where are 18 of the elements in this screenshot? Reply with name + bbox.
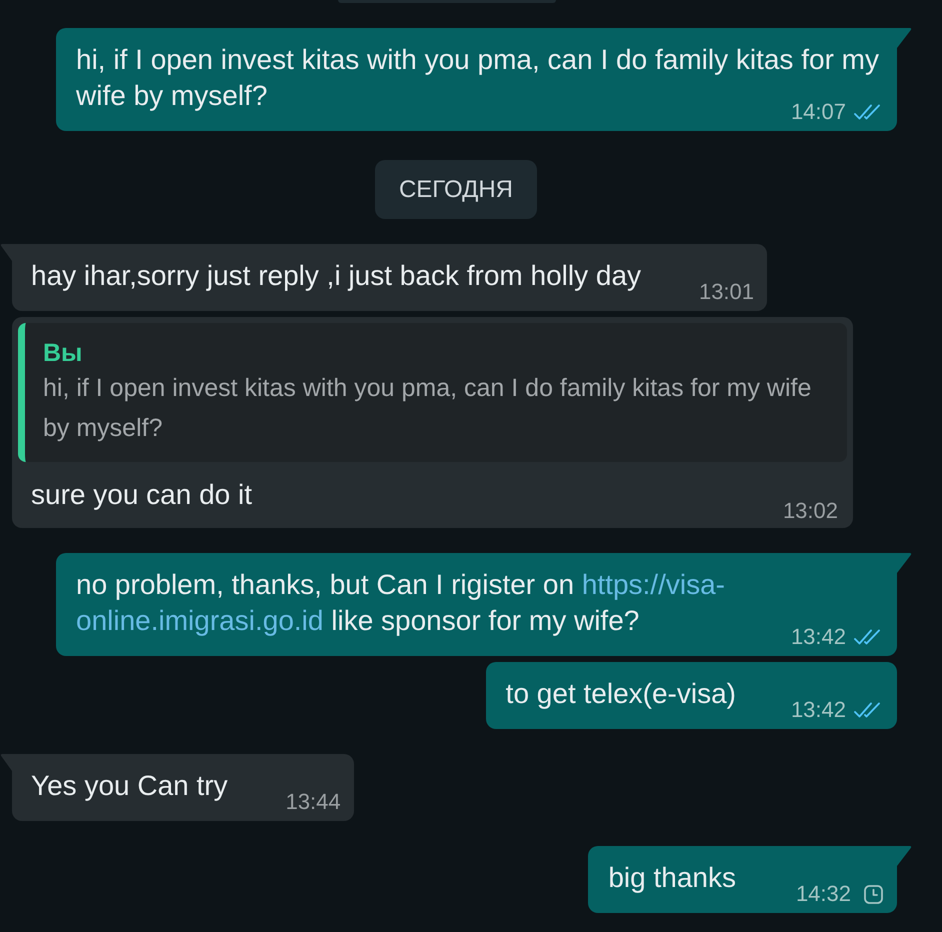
message-time: 13:42 [790, 699, 846, 721]
link[interactable]: online.imigrasi.go.id [76, 605, 324, 636]
message-time: 13:44 [286, 791, 341, 813]
message-time: 13:01 [698, 281, 754, 303]
message-time: 14:32 [796, 883, 851, 905]
message-text: big thanks [608, 862, 736, 893]
message-text: to get telex(e-visa) [506, 678, 736, 709]
message-text: no problem, thanks, but Can I rigister on https://visa- online.imigrasi.go.id like sponsor for my wife? [76, 569, 725, 636]
quoted-message[interactable]: Вы hi, if I open invest kitas with you pma, can I do family kitas for my wife by myself? [18, 323, 847, 462]
quote-author: Вы [43, 338, 84, 368]
link[interactable]: https://visa- [582, 569, 725, 600]
message-time: 13:42 [790, 626, 846, 648]
message-time: 13:02 [782, 500, 838, 522]
message-text: Yes you Can try [31, 770, 228, 801]
message-text: hay ihar,sorry just reply ,i just back from holly day [31, 260, 642, 291]
quoted-text: hi, if I open invest kitas with you pma, can I do family kitas for my wife by myself? [43, 373, 812, 444]
message-text: sure you can do it [31, 479, 252, 510]
date-separator: СЕГОДНЯ [374, 160, 538, 219]
